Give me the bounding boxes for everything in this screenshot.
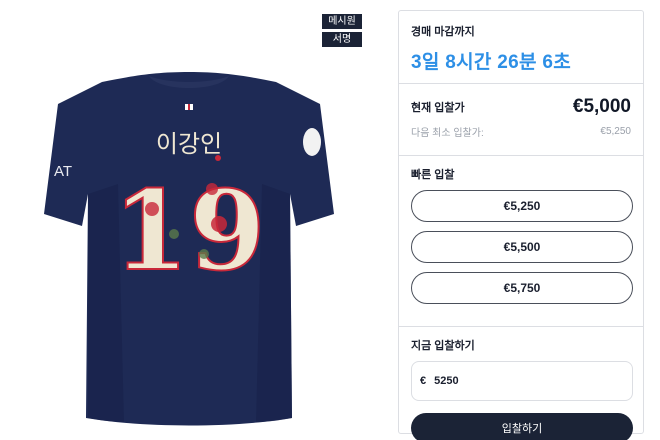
quick-bid-section: 빠른 입찰 €5,250 €5,500 €5,750 (399, 156, 643, 327)
countdown-label: 경매 마감까지 (411, 26, 475, 38)
bid-amount-field[interactable]: € (411, 361, 633, 401)
sleeve-patch (303, 128, 321, 156)
sleeve-text: AT (54, 163, 72, 180)
product-image-area: 메시원 서명 이강인 19 AT (0, 0, 398, 440)
quick-bid-button-3[interactable]: €5,750 (411, 272, 633, 304)
next-min-bid-label: 다음 최소 입찰가: (411, 128, 484, 139)
current-bid-label: 현재 입찰가 (411, 102, 465, 114)
currency-symbol: € (420, 375, 427, 387)
quick-bid-button-1[interactable]: €5,250 (411, 190, 633, 222)
jersey-image: 이강인 19 AT (44, 72, 334, 426)
quick-bid-label: 빠른 입찰 (411, 169, 455, 181)
product-tags: 메시원 서명 (322, 14, 362, 47)
place-bid-button[interactable]: 입찰하기 (411, 413, 633, 440)
jersey-name: 이강인 (156, 130, 222, 158)
tag-badge: 메시원 (322, 14, 362, 29)
countdown-timer: 3일 8시간 26분 6초 (411, 52, 571, 73)
next-min-bid-value: €5,250 (600, 126, 631, 137)
current-bid-section: 현재 입찰가 €5,000 다음 최소 입찰가: €5,250 (399, 84, 643, 156)
bid-panel: 경매 마감까지 3일 8시간 26분 6초 현재 입찰가 €5,000 다음 최… (398, 10, 644, 440)
bid-amount-input[interactable] (434, 375, 605, 387)
countdown-section: 경매 마감까지 3일 8시간 26분 6초 (399, 11, 643, 84)
jersey-number: 19 (112, 166, 265, 295)
quick-bid-button-2[interactable]: €5,500 (411, 231, 633, 263)
bid-now-section: 지금 입찰하기 € 입찰하기 (399, 327, 643, 440)
current-bid-value: €5,000 (572, 96, 631, 117)
tag-badge: 서명 (322, 32, 362, 47)
bid-now-label: 지금 입찰하기 (411, 340, 475, 352)
